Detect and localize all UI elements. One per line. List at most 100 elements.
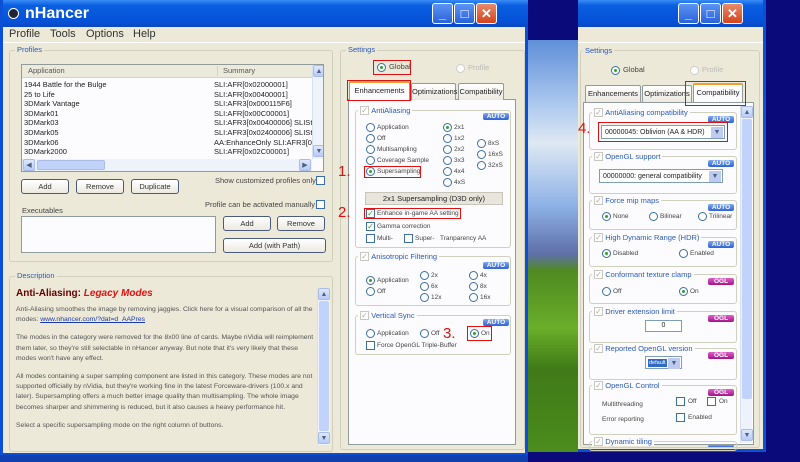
tab-enhancements[interactable]: Enhancements [585,85,641,102]
description-scrollbar[interactable]: ▲ ▼ [317,288,330,445]
error-reporting-enabled-checkbox[interactable] [676,413,685,422]
chevron-down-icon[interactable]: ▼ [709,171,721,182]
column-application[interactable]: Application [28,66,65,76]
super-transparency-checkbox[interactable] [404,234,413,243]
gamma-checkbox[interactable]: ✓ [366,222,375,231]
remove-profile-button[interactable]: Remove [76,179,124,194]
clamp-on-radio[interactable] [679,287,688,296]
menu-help[interactable]: Help [133,27,156,42]
ogl_support-auto-badge[interactable]: AUTO [708,160,734,167]
vsync-application-radio[interactable] [366,329,375,338]
table-row[interactable]: 3DMark05 SLI:AFR3[0x02400006] SLISt [22,128,312,138]
global-radio[interactable] [611,66,620,75]
menu-profile[interactable]: Profile [9,27,40,42]
horizontal-scrollbar[interactable]: ◀ ▶ [22,159,312,171]
af-mode-radio[interactable] [366,276,375,285]
scroll-up-icon[interactable]: ▲ [741,106,753,118]
aa-level-xs-radio[interactable] [477,161,486,170]
af-level-radio[interactable] [420,271,429,280]
add-with-path-button[interactable]: Add (with Path) [223,238,326,253]
chevron-down-icon[interactable]: ▼ [668,358,680,369]
tab-optimizations[interactable]: Optimizations [411,83,457,100]
af-mode-radio[interactable] [366,287,375,296]
version-checkbox[interactable]: ✓ [594,344,603,354]
af-level-radio[interactable] [469,282,478,291]
table-row[interactable]: 3DMark01 SLI:AFR[0x00C00001] [22,109,312,119]
scroll-thumb[interactable] [37,160,105,170]
aa-level-radio[interactable] [443,123,452,132]
profiles-list[interactable]: Application Summary 1944 Battle for the … [21,64,324,172]
ogl-support-select[interactable]: 00000000: general compatibility ▼ [599,169,723,183]
hdr-disabled-radio[interactable] [602,249,611,258]
remove-executable-button[interactable]: Remove [277,216,325,231]
hdr-auto-badge[interactable]: AUTO [708,241,734,248]
add-executable-button[interactable]: Add [223,216,271,231]
minimize-button[interactable]: _ [432,3,453,24]
maximize-button[interactable]: □ [700,3,721,24]
table-row[interactable]: 25 to Life SLI:AFR[0x00400001] [22,90,312,100]
clamp-checkbox[interactable]: ✓ [594,270,603,280]
control-ogl-badge[interactable]: OGL [708,389,734,396]
scroll-down-icon[interactable]: ▼ [313,145,323,157]
column-summary[interactable]: Summary [217,66,255,76]
compat-scrollbar[interactable]: ▲ ▼ [740,106,753,443]
aa-mode-radio[interactable] [366,134,375,143]
extension-limit-input[interactable]: 0 [645,320,682,332]
anisotropic-checkbox[interactable]: ✓ [360,252,369,262]
tab-compatibility[interactable]: Compatibility [458,83,504,100]
aa-level-xs-radio[interactable] [477,139,486,148]
tiling-auto-badge[interactable] [708,445,734,447]
close-button[interactable]: ✕ [722,3,743,24]
duplicate-profile-button[interactable]: Duplicate [131,179,179,194]
aa-mode-radio[interactable] [366,123,375,132]
multithreading-off-checkbox[interactable] [676,397,685,406]
mip-none-radio[interactable] [602,212,611,221]
aa-level-radio[interactable] [443,134,452,143]
aa_compat-checkbox[interactable]: ✓ [594,108,603,118]
mip-trilinear-radio[interactable] [698,212,707,221]
enhance-aa-checkbox[interactable]: ✓ [366,209,375,218]
af-auto-badge[interactable]: AUTO [483,262,509,269]
hdr-checkbox[interactable]: ✓ [594,233,603,243]
profile-radio[interactable] [690,66,699,75]
scroll-down-icon[interactable]: ▼ [318,432,330,444]
scroll-thumb[interactable] [742,119,752,399]
vsync-checkbox[interactable]: ✓ [360,311,369,321]
vsync-auto-badge[interactable]: AUTO [483,319,509,326]
clamp-off-radio[interactable] [602,287,611,296]
menu-tools[interactable]: Tools [50,27,76,42]
aa-mode-radio[interactable] [366,145,375,154]
activated-manually-checkbox[interactable] [316,200,325,209]
ogl_support-checkbox[interactable]: ✓ [594,152,603,162]
table-row[interactable]: 3DMark2000 SLI:AFR[0x02C00001] [22,147,312,157]
scroll-down-icon[interactable]: ▼ [741,429,753,441]
comparison-link[interactable]: www.nhancer.com/?dat=d_AAPres [40,316,145,323]
hdr-enabled-radio[interactable] [679,249,688,258]
minimize-button[interactable]: _ [678,3,699,24]
vsync-off-radio[interactable] [420,329,429,338]
version-ogl-badge[interactable]: OGL [708,352,734,359]
clamp-ogl-badge[interactable]: OGL [708,278,734,285]
scroll-up-icon[interactable]: ▲ [318,288,330,300]
aa-level-radio[interactable] [443,145,452,154]
aa-level-xs-radio[interactable] [477,150,486,159]
menu-options[interactable]: Options [86,27,124,42]
maximize-button[interactable]: □ [454,3,475,24]
vsync-on-radio[interactable] [470,329,479,338]
triple-buffer-checkbox[interactable] [366,341,375,350]
mip-checkbox[interactable]: ✓ [594,196,603,206]
table-row[interactable]: 3DMark03 SLI:AFR3[0x00400006] SLISt [22,118,312,128]
multi-transparency-checkbox[interactable] [366,234,375,243]
global-radio[interactable] [377,63,386,72]
af-level-radio[interactable] [420,293,429,302]
mip-bilinear-radio[interactable] [649,212,658,221]
executables-list[interactable] [21,216,216,253]
table-row[interactable]: 1944 Battle for the Bulge SLI:AFR[0x0200… [22,80,312,90]
aa-level-radio[interactable] [443,178,452,187]
scroll-thumb[interactable] [319,301,329,431]
table-row[interactable]: 3DMark06 AA:EnhanceOnly SLI:AFR3[0 [22,138,312,148]
multithreading-on-checkbox[interactable] [707,397,716,406]
show-customized-checkbox[interactable] [316,176,325,185]
af-level-radio[interactable] [469,271,478,280]
add-profile-button[interactable]: Add [21,179,69,194]
